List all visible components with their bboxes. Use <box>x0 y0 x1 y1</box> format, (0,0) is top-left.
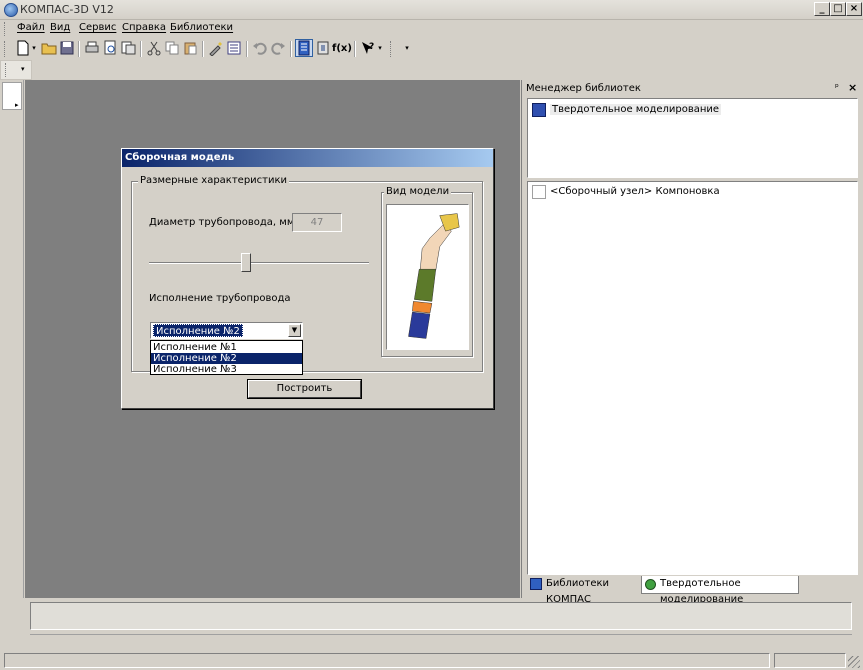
slider-track <box>149 262 369 264</box>
pipe-bottom <box>408 311 431 339</box>
pin-icon[interactable]: ᵖ <box>835 83 839 93</box>
toolbar-separator <box>246 41 248 57</box>
menu-libraries[interactable]: Библиотеки <box>170 22 233 33</box>
paste-icon[interactable] <box>181 39 199 57</box>
library-tree: Твердотельное моделирование <box>527 98 858 178</box>
library-book-icon <box>532 103 546 117</box>
toolbar-separator <box>354 41 356 57</box>
secondary-toolbar: ▾ <box>0 60 32 80</box>
resize-grip-icon[interactable] <box>848 656 860 668</box>
menu-bar: Файл Вид Сервис Справка Библиотеки <box>0 20 863 38</box>
tab-solid-modeling[interactable]: Твердотельное моделирование <box>641 576 799 605</box>
assembly-model-dialog: Сборочная модель Размерные характеристик… <box>121 148 494 409</box>
library-book-icon <box>530 578 542 590</box>
variant-combobox[interactable]: Исполнение №2 ▼ <box>150 322 303 339</box>
toolbar-grip[interactable] <box>390 41 393 57</box>
variant-option-1[interactable]: Исполнение №1 <box>151 342 302 353</box>
title-bar: КОМПАС-3D V12 _ □ × <box>0 0 863 20</box>
properties-panel <box>30 602 852 630</box>
model-preview <box>386 204 469 350</box>
variables-icon[interactable] <box>314 39 332 57</box>
slider-thumb[interactable] <box>241 253 251 272</box>
divider <box>30 634 852 635</box>
new-document-dropdown-icon[interactable]: ▾ <box>30 39 38 57</box>
chevron-down-icon[interactable]: ▼ <box>288 324 301 337</box>
compact-panel-tab[interactable]: ▸ <box>2 82 22 110</box>
gear-icon <box>645 579 656 590</box>
compact-panel: ▸ <box>0 80 24 598</box>
list-item-assembly-layout[interactable]: <Сборочный узел> Компоновка <box>550 186 720 197</box>
cut-icon[interactable] <box>145 39 163 57</box>
status-cell <box>774 653 846 668</box>
tree-view-icon[interactable] <box>225 39 243 57</box>
function-icon[interactable]: f(x) <box>332 39 352 57</box>
dimensions-group-label: Размерные характеристики <box>138 175 290 186</box>
library-manager-icon[interactable] <box>295 39 313 57</box>
library-contents-list: <Сборочный узел> Компоновка <box>527 181 858 575</box>
assembly-node-icon <box>532 185 546 199</box>
toolbar-separator <box>78 41 80 57</box>
minimize-button[interactable]: _ <box>814 2 830 16</box>
toolbar-separator <box>140 41 142 57</box>
library-manager-title: Менеджер библиотек <box>526 83 641 94</box>
pipe-elbow <box>419 223 452 271</box>
expand-arrow-icon: ▸ <box>15 101 19 109</box>
menu-service[interactable]: Сервис <box>79 22 116 33</box>
variant-option-2[interactable]: Исполнение №2 <box>151 353 302 364</box>
variant-label: Исполнение трубопровода <box>149 293 291 304</box>
help-pointer-icon[interactable]: ? <box>359 39 377 57</box>
pipe-ring <box>412 301 433 314</box>
preview-group-label: Вид модели <box>384 186 452 197</box>
menu-help[interactable]: Справка <box>122 22 166 33</box>
menu-file[interactable]: Файл <box>17 22 45 33</box>
status-bar <box>0 650 863 670</box>
copy-icon[interactable] <box>163 39 181 57</box>
close-button[interactable]: × <box>846 2 862 16</box>
properties-panel-area <box>25 598 863 650</box>
kompas-app-icon <box>4 3 18 17</box>
pipe-model-image <box>408 213 460 339</box>
print-preview-icon[interactable] <box>101 39 119 57</box>
variant-option-3[interactable]: Исполнение №3 <box>151 364 302 375</box>
toolbar-grip[interactable] <box>5 63 8 77</box>
tree-item-solid-modeling[interactable]: Твердотельное моделирование <box>550 104 722 115</box>
tab-kompas-libraries[interactable]: Библиотеки КОМПАС <box>528 576 640 605</box>
build-button[interactable]: Построить <box>248 380 361 398</box>
toolbar-grip[interactable] <box>4 41 7 57</box>
save-icon[interactable] <box>58 39 76 57</box>
diameter-label: Диаметр трубопровода, мм <box>149 217 295 228</box>
maximize-button[interactable]: □ <box>830 2 846 16</box>
diameter-field[interactable]: 47 <box>292 213 342 232</box>
variant-dropdown-list: Исполнение №1 Исполнение №2 Исполнение №… <box>150 340 303 375</box>
properties-icon[interactable] <box>207 39 225 57</box>
toolbar-separator <box>290 41 292 57</box>
library-tabs: Библиотеки КОМПАС Твердотельное моделиро… <box>528 576 858 605</box>
redo-icon[interactable] <box>269 39 287 57</box>
toolbar-overflow-icon[interactable]: ▾ <box>403 39 411 57</box>
svg-text:?: ? <box>369 42 374 52</box>
toolbar-separator <box>202 41 204 57</box>
toolbar-overflow-icon[interactable]: ▾ <box>21 65 25 73</box>
menu-grip[interactable] <box>4 22 7 36</box>
diameter-slider[interactable] <box>149 253 369 273</box>
window-title: КОМПАС-3D V12 <box>20 3 114 16</box>
export-icon[interactable] <box>119 39 137 57</box>
dialog-title: Сборочная модель <box>122 149 493 167</box>
variant-selected-value: Исполнение №2 <box>153 324 243 337</box>
pipe-hose <box>414 268 437 302</box>
toolbar-overflow-icon[interactable]: ▾ <box>376 39 384 57</box>
close-panel-icon[interactable]: × <box>848 81 857 94</box>
print-icon[interactable] <box>83 39 101 57</box>
library-manager-panel: Менеджер библиотек ᵖ × Твердотельное мод… <box>521 80 863 605</box>
undo-icon[interactable] <box>251 39 269 57</box>
status-message <box>4 653 770 668</box>
menu-view[interactable]: Вид <box>50 22 70 33</box>
standard-toolbar: ▾ f(x) ? ▾ ▾ <box>0 38 863 60</box>
open-folder-icon[interactable] <box>40 39 58 57</box>
